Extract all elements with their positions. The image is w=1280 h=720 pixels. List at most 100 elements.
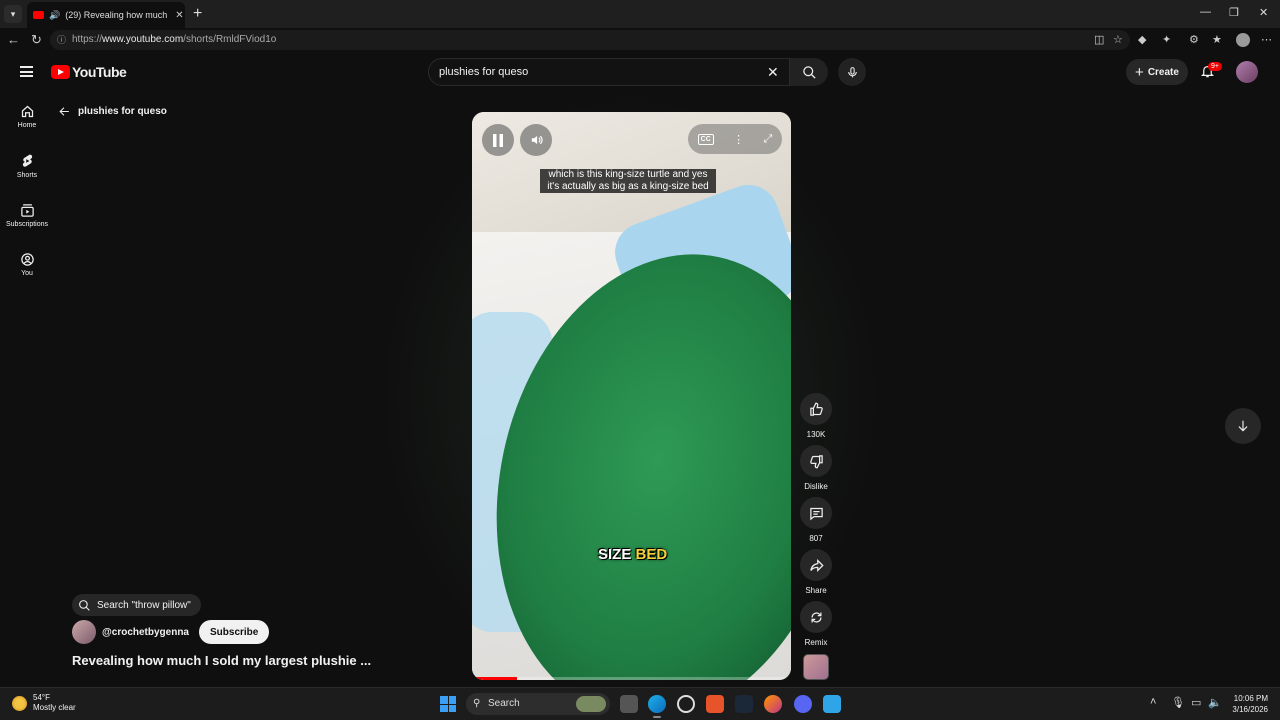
- video-title[interactable]: Revealing how much I sold my largest plu…: [72, 653, 371, 668]
- steam-icon[interactable]: [735, 695, 753, 713]
- site-info-icon[interactable]: ⓘ: [57, 30, 66, 50]
- active-tab[interactable]: 🔊 (29) Revealing how much I sc ✕: [27, 2, 185, 28]
- clear-search-icon[interactable]: ✕: [767, 64, 779, 81]
- player-top-controls: CC ⋮ ⤢: [688, 124, 782, 154]
- speaker-icon[interactable]: 🔊: [49, 10, 60, 21]
- remix-icon: [810, 611, 822, 623]
- search-button[interactable]: [790, 58, 828, 86]
- user-circle-icon: [20, 253, 34, 266]
- video-progress-bar[interactable]: [472, 677, 791, 680]
- captions-button[interactable]: CC: [697, 133, 714, 145]
- app-available-icon[interactable]: ◫: [1094, 33, 1104, 46]
- start-button[interactable]: [440, 696, 456, 712]
- close-window-button[interactable]: ✕: [1259, 6, 1268, 19]
- task-view-icon[interactable]: [620, 695, 638, 713]
- sidebar-item-label: Home: [17, 122, 37, 129]
- comment-count: 807: [809, 534, 823, 543]
- files-app-icon[interactable]: [823, 695, 841, 713]
- account-avatar[interactable]: [1236, 61, 1258, 83]
- related-search-chip[interactable]: Search "throw pillow": [72, 594, 201, 616]
- weather-moon-icon: [12, 695, 27, 711]
- video-progress-fill: [472, 677, 517, 680]
- create-button[interactable]: + Create: [1126, 59, 1188, 85]
- search-icon: [802, 65, 816, 79]
- comments-button[interactable]: 807: [800, 497, 832, 543]
- restore-button[interactable]: ❐: [1229, 6, 1239, 19]
- weather-widget[interactable]: 54°F Mostly clear: [12, 693, 76, 713]
- volume-button[interactable]: [520, 124, 552, 156]
- create-label: Create: [1147, 66, 1179, 78]
- volume-tray-icon[interactable]: 🔈: [1208, 696, 1222, 709]
- tab-search-dropdown[interactable]: ▾: [4, 5, 22, 23]
- thumbs-up-icon: [809, 402, 823, 416]
- refresh-icon[interactable]: ↻: [31, 32, 42, 48]
- caption-line: which is this king-size turtle and yes: [548, 169, 708, 180]
- network-icon[interactable]: ▭: [1191, 696, 1201, 709]
- share-arrow-icon: [809, 558, 824, 572]
- remix-button[interactable]: Remix: [800, 601, 832, 647]
- taskbar-search[interactable]: ⚲ Search: [466, 693, 610, 715]
- channel-name[interactable]: @crochetbygenna: [102, 627, 189, 638]
- arrow-left-icon: [59, 107, 69, 116]
- taskbar-clock[interactable]: 10:06 PM 3/16/2026: [1222, 693, 1268, 715]
- sidebar-item-you[interactable]: You: [0, 252, 54, 277]
- favorite-star-icon[interactable]: ☆: [1113, 33, 1123, 46]
- discord-icon[interactable]: [794, 695, 812, 713]
- browser-essentials-icon[interactable]: ⚙: [1189, 33, 1199, 46]
- tab-close-icon[interactable]: ✕: [175, 10, 183, 21]
- chatgpt-icon[interactable]: [677, 695, 695, 713]
- sidebar-item-subscriptions[interactable]: Subscriptions: [0, 203, 54, 228]
- url-domain: www.youtube.com: [102, 34, 184, 45]
- clock-date: 3/16/2026: [1232, 705, 1268, 714]
- brave-browser-icon[interactable]: [706, 695, 724, 713]
- menu-hamburger-icon[interactable]: [20, 66, 33, 77]
- microphone-tray-icon[interactable]: 🎙: [1171, 696, 1185, 709]
- taskbar-search-label: Search: [488, 698, 520, 709]
- extensions-puzzle-icon[interactable]: ✦: [1162, 33, 1171, 46]
- browser-profile-avatar[interactable]: [1236, 33, 1250, 47]
- url-field[interactable]: ⓘ https://www.youtube.com/shorts/RmldFVi…: [50, 30, 1130, 50]
- shorts-video-player[interactable]: CC ⋮ ⤢ which is this king-size turtle an…: [472, 112, 791, 680]
- tray-overflow-icon[interactable]: ˄: [1150, 696, 1156, 708]
- search-input[interactable]: plushies for queso: [428, 58, 790, 86]
- home-icon: [21, 105, 33, 118]
- search-chip-label: Search "throw pillow": [97, 599, 191, 611]
- microphone-icon: [847, 66, 857, 77]
- sound-thumbnail[interactable]: [803, 654, 829, 680]
- weather-temp: 54°F: [33, 693, 50, 702]
- notification-badge: 9+: [1208, 62, 1222, 71]
- back-label: plushies for queso: [78, 106, 167, 117]
- share-button[interactable]: Share: [800, 549, 832, 595]
- youtube-logo[interactable]: YouTube: [51, 64, 127, 80]
- logo-text: YouTube: [72, 64, 127, 80]
- channel-row: @crochetbygenna Subscribe: [72, 620, 270, 644]
- browser-menu-icon[interactable]: ⋯: [1261, 33, 1272, 46]
- favorites-icon[interactable]: ★: [1212, 33, 1222, 46]
- pause-button[interactable]: [482, 124, 514, 156]
- fullscreen-icon[interactable]: ⤢: [763, 133, 772, 146]
- voice-search-button[interactable]: [838, 58, 866, 86]
- more-options-icon[interactable]: ⋮: [733, 133, 744, 146]
- search-icon: ⚲: [473, 698, 481, 709]
- channel-avatar[interactable]: [72, 620, 96, 644]
- back-to-search-link[interactable]: plushies for queso: [58, 105, 167, 118]
- url-prefix: https://: [72, 34, 103, 45]
- next-short-button[interactable]: [1225, 408, 1261, 444]
- new-tab-button[interactable]: +: [193, 5, 202, 23]
- sidebar-item-home[interactable]: Home: [0, 104, 54, 129]
- burned-in-subtitle: SIZE BED: [598, 546, 667, 563]
- youtube-play-icon: [51, 65, 70, 79]
- dislike-button[interactable]: Dislike: [800, 445, 832, 491]
- edge-browser-icon[interactable]: [648, 695, 666, 718]
- thumbs-down-icon: [809, 454, 823, 468]
- like-button[interactable]: 130K: [800, 393, 832, 439]
- sidebar-item-shorts[interactable]: Shorts: [0, 153, 54, 179]
- back-nav-icon[interactable]: ←: [7, 32, 20, 47]
- firefox-icon[interactable]: [764, 695, 782, 713]
- sidebar-item-label: Subscriptions: [5, 221, 49, 228]
- remix-label: Remix: [804, 638, 828, 647]
- minimize-button[interactable]: —: [1200, 6, 1211, 18]
- windows-taskbar: [0, 687, 1280, 720]
- extension-diamond-icon[interactable]: ◆: [1138, 33, 1146, 46]
- subscribe-button[interactable]: Subscribe: [199, 620, 270, 644]
